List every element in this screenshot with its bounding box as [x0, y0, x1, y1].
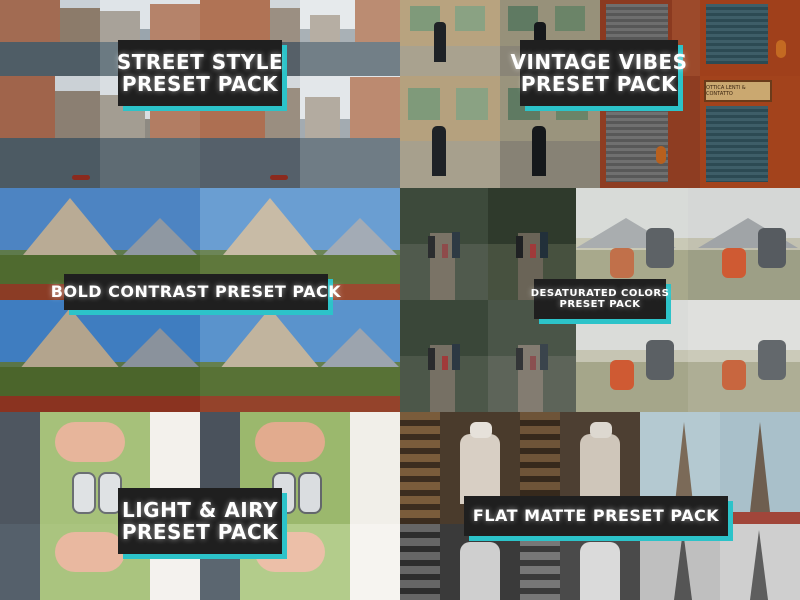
label-line: VINTAGE VIBES — [510, 49, 688, 74]
hiker-photo-tile — [688, 188, 800, 300]
vintage-street-photo-tile — [400, 0, 500, 76]
shop-sign: OTTICA LENTI & CONTATTO — [704, 80, 772, 102]
desaturated-colors-preset-pack-label: DESATURATED COLORS PRESET PACK — [531, 279, 669, 319]
mountain-photo-tile — [0, 300, 200, 412]
vintage-vibes-preset-pack-label: VINTAGE VIBES PRESET PACK — [511, 40, 687, 106]
label-line: LIGHT & AIRY — [121, 497, 279, 522]
mountain-photo-tile — [200, 300, 400, 412]
venice-photo-tile — [300, 0, 400, 76]
label-line: PRESET PACK — [121, 520, 279, 544]
eiffel-tower-photo-tile — [720, 412, 800, 524]
vintage-shop-photo-tile — [700, 0, 800, 76]
hiking-family-photo-tile — [400, 300, 488, 412]
label-line: STREET STYLE — [116, 49, 284, 74]
vintage-street-photo-tile — [400, 76, 500, 188]
label-line: PRESET PACK — [559, 299, 641, 310]
label-line: BOLD CONTRAST PRESET PACK — [50, 282, 342, 302]
label-line: PRESET PACK — [520, 72, 678, 96]
eiffel-tower-photo-tile — [720, 524, 800, 600]
bold-contrast-preset-pack-label: BOLD CONTRAST PRESET PACK — [51, 274, 341, 310]
label-line: FLAT MATTE PRESET PACK — [472, 506, 720, 526]
hiker-photo-tile — [688, 300, 800, 412]
label-line: PRESET PACK — [121, 72, 279, 96]
venice-photo-tile — [0, 76, 100, 188]
preset-collage: OTTICA LENTI & CONTATTO STREET STYLE PRE… — [0, 0, 800, 600]
flat-matte-preset-pack-label: FLAT MATTE PRESET PACK — [464, 496, 728, 536]
hiking-family-photo-tile — [400, 188, 488, 300]
venice-photo-tile — [0, 0, 100, 76]
light-airy-preset-pack-label: LIGHT & AIRY PRESET PACK — [118, 488, 282, 554]
street-style-preset-pack-label: STREET STYLE PRESET PACK — [116, 40, 284, 106]
vintage-shop-photo-tile: OTTICA LENTI & CONTATTO — [700, 76, 800, 188]
label-line: DESATURATED COLORS — [530, 287, 670, 299]
venice-photo-tile — [300, 76, 400, 188]
